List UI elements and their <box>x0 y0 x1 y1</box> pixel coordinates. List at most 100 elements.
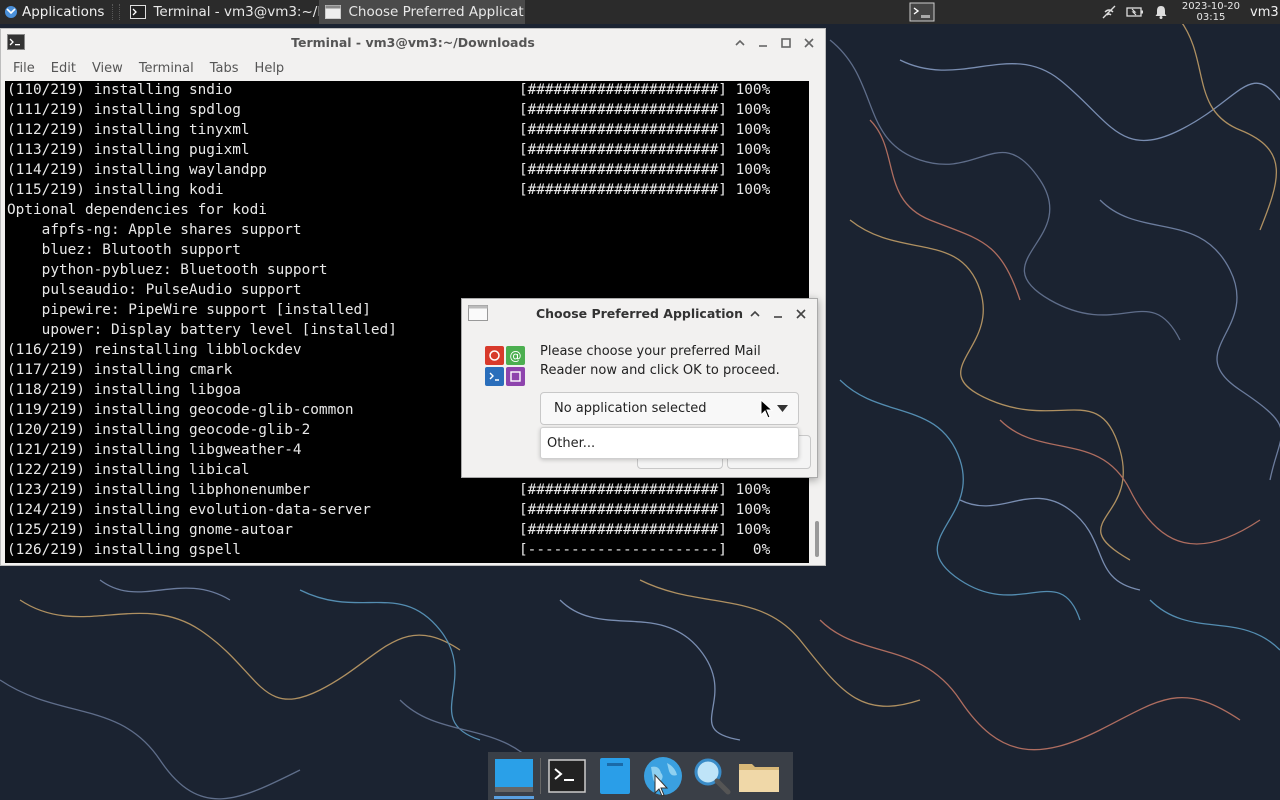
svg-text:@: @ <box>510 349 522 363</box>
close-button[interactable] <box>799 33 819 53</box>
minimize-button[interactable] <box>753 33 773 53</box>
terminal-line-text: (115/219) installing kodi <box>7 182 224 198</box>
combo-value: No application selected <box>554 401 707 416</box>
terminal-line-text: (123/219) installing libphonenumber <box>7 482 311 498</box>
terminal-line-text: (126/219) installing gspell <box>7 542 241 558</box>
terminal-line: (111/219) installing spdlog [############… <box>7 100 807 120</box>
terminal-icon <box>130 5 147 19</box>
terminal-line: (125/219) installing gnome-autoar [######… <box>7 520 807 540</box>
terminal-line-text: (112/219) installing tinyxml <box>7 122 250 138</box>
applications-menu-button[interactable]: Applications <box>0 0 108 24</box>
terminal-line-text: Optional dependencies for kodi <box>7 202 267 218</box>
terminal-line-progress: [######################] 100% <box>519 522 771 538</box>
terminal-line-progress: [######################] 100% <box>519 102 771 118</box>
terminal-line-text: (113/219) installing pugixml <box>7 142 250 158</box>
terminal-line-text: python-pybluez: Bluetooth support <box>7 262 328 278</box>
terminal-line-text: (124/219) installing evolution-data-serv… <box>7 502 371 518</box>
clock-date: 2023-10-20 <box>1181 1 1240 12</box>
terminal-titlebar[interactable]: Terminal - vm3@vm3:~/Downloads <box>1 29 825 56</box>
workspace-switcher-icon[interactable] <box>908 1 936 23</box>
dialog-message: Please choose your preferred Mail Reader… <box>540 344 780 378</box>
network-disconnected-icon[interactable] <box>1100 3 1118 21</box>
terminal-line-progress: [######################] 100% <box>519 162 771 178</box>
dock-home-folder[interactable] <box>735 753 783 799</box>
terminal-line-text: (120/219) installing geocode-glib-2 <box>7 422 311 438</box>
terminal-line: (113/219) installing pugixml [###########… <box>7 140 807 160</box>
globe-icon <box>644 757 682 797</box>
workspace-icon <box>909 2 935 22</box>
terminal-line-text: (121/219) installing libgweather-4 <box>7 442 302 458</box>
xfce-mouse-icon <box>5 6 17 18</box>
terminal-line-text: (116/219) reinstalling libblockdev <box>7 342 302 358</box>
dock <box>488 752 793 800</box>
terminal-line-text: (117/219) installing cmark <box>7 362 233 378</box>
terminal-line: (126/219) installing gspell [------------… <box>7 540 807 560</box>
terminal-window: Terminal - vm3@vm3:~/Downloads File Edit… <box>0 28 826 566</box>
terminal-line-progress: [######################] 100% <box>519 142 771 158</box>
maximize-icon <box>781 38 791 48</box>
file-manager-icon <box>600 758 630 794</box>
dock-file-manager[interactable] <box>591 753 639 799</box>
menu-help[interactable]: Help <box>247 61 293 76</box>
clock-time: 03:15 <box>1196 12 1226 23</box>
terminal-line: (114/219) installing waylandpp [#########… <box>7 160 807 180</box>
taskbar-item-choose-app[interactable]: Choose Preferred Application <box>319 0 526 24</box>
dock-show-desktop[interactable] <box>490 753 538 799</box>
user-menu[interactable]: vm3 <box>1250 5 1280 20</box>
battery-icon[interactable] <box>1126 3 1144 21</box>
dock-web-browser[interactable] <box>639 753 687 799</box>
close-icon <box>804 38 814 48</box>
dropdown-option-other[interactable]: Other... <box>547 436 595 451</box>
terminal-line-text: afpfs-ng: Apple shares support <box>7 222 302 238</box>
terminal-menubar: File Edit View Terminal Tabs Help <box>1 56 825 81</box>
terminal-line-progress: [######################] 100% <box>519 82 771 98</box>
applications-label: Applications <box>22 4 105 20</box>
window-icon <box>468 305 488 321</box>
taskbar-item-terminal[interactable]: Terminal - vm3@vm3:~/D... <box>124 0 319 24</box>
terminal-line-progress: [######################] 100% <box>519 502 771 518</box>
preferred-applications-icon: @ <box>485 346 525 386</box>
menu-terminal[interactable]: Terminal <box>131 61 202 76</box>
terminal-line-progress: [######################] 100% <box>519 122 771 138</box>
dock-terminal[interactable] <box>543 753 591 799</box>
scrollbar-thumb[interactable] <box>815 521 819 557</box>
maximize-button[interactable] <box>776 33 796 53</box>
folder-icon <box>739 764 779 792</box>
terminal-line: (112/219) installing tinyxml [###########… <box>7 120 807 140</box>
terminal-line-progress: [######################] 100% <box>519 182 771 198</box>
terminal-line-text: pulseaudio: PulseAudio support <box>7 282 302 298</box>
dialog-close-button[interactable] <box>791 304 811 324</box>
dialog-minimize-button[interactable] <box>768 304 788 324</box>
close-icon <box>796 309 806 319</box>
window-icon <box>325 5 342 19</box>
minimize-icon <box>774 316 782 318</box>
terminal-line-text: bluez: Blutooth support <box>7 242 241 258</box>
clock[interactable]: 2023-10-20 03:15 <box>1182 1 1240 23</box>
mouse-cursor-icon <box>760 399 774 419</box>
terminal-line: pulseaudio: PulseAudio support <box>7 280 807 300</box>
menu-edit[interactable]: Edit <box>43 61 84 76</box>
menu-view[interactable]: View <box>84 61 131 76</box>
terminal-line-text: (125/219) installing gnome-autoar <box>7 522 293 538</box>
menu-file[interactable]: File <box>5 61 43 76</box>
terminal-line-text: pipewire: PipeWire support [installed] <box>7 302 371 318</box>
terminal-line-text: (111/219) installing spdlog <box>7 102 241 118</box>
notification-bell-icon[interactable] <box>1152 3 1170 21</box>
terminal-line-text: (114/219) installing waylandpp <box>7 162 267 178</box>
dock-app-finder[interactable] <box>687 753 735 799</box>
terminal-line-progress: [----------------------] 0% <box>519 542 771 558</box>
menu-tabs[interactable]: Tabs <box>202 61 247 76</box>
top-panel: Applications Terminal - vm3@vm3:~/D... C… <box>0 0 1280 24</box>
terminal-line: afpfs-ng: Apple shares support <box>7 220 807 240</box>
dialog-titlebar[interactable]: Choose Preferred Application <box>462 299 817 327</box>
taskbar-item-label: Choose Preferred Application <box>348 4 526 20</box>
shade-button[interactable] <box>730 33 750 53</box>
dock-separator <box>540 758 541 794</box>
terminal-title: Terminal - vm3@vm3:~/Downloads <box>291 35 535 50</box>
chevron-down-icon <box>777 405 788 412</box>
chevron-up-icon <box>735 39 745 46</box>
terminal-line: (123/219) installing libphonenumber [####… <box>7 480 807 500</box>
taskbar-item-label: Terminal - vm3@vm3:~/D... <box>153 4 319 20</box>
show-desktop-icon <box>495 759 533 792</box>
dialog-shade-button[interactable] <box>745 304 765 324</box>
